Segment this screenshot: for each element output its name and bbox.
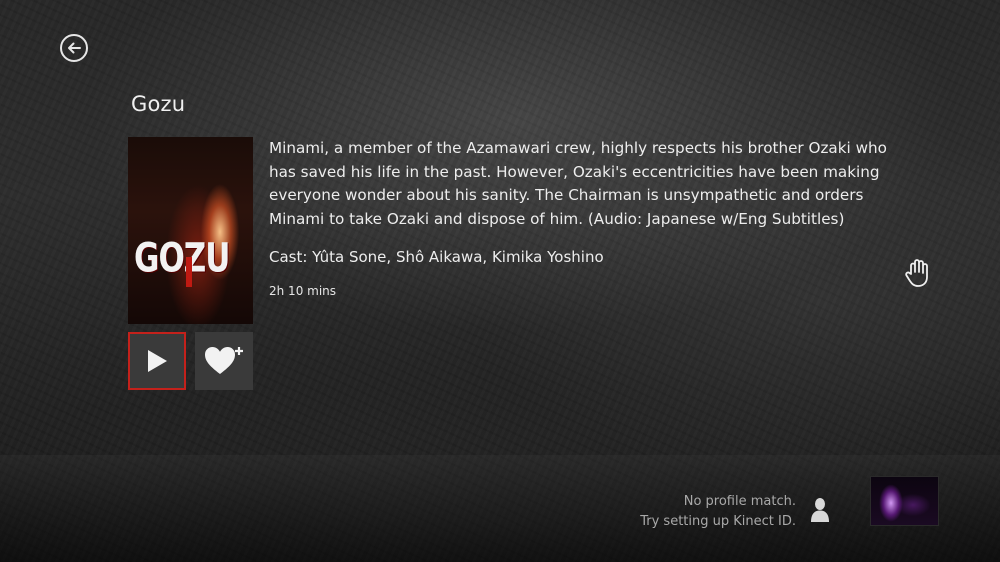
profile-thumbnail[interactable] bbox=[870, 476, 939, 526]
heart-plus-icon bbox=[205, 347, 243, 374]
kinect-status: No profile match. Try setting up Kinect … bbox=[640, 492, 796, 532]
duration: 2h 10 mins bbox=[269, 284, 337, 298]
movie-description: Minami, a member of the Azamawari crew, … bbox=[269, 139, 887, 228]
background-floor bbox=[0, 455, 1000, 562]
movie-poster: GOZU bbox=[128, 137, 253, 324]
hand-cursor-icon bbox=[905, 259, 928, 287]
page-title: Gozu bbox=[131, 92, 186, 116]
kinect-status-line2: Try setting up Kinect ID. bbox=[640, 514, 796, 529]
play-button[interactable] bbox=[128, 332, 186, 390]
kinect-status-line1: No profile match. bbox=[683, 494, 796, 509]
poster-logo: GOZU bbox=[134, 235, 230, 282]
poster-stripe bbox=[186, 257, 192, 287]
add-favorite-button[interactable] bbox=[195, 332, 253, 390]
cast-list: Cast: Yûta Sone, Shô Aikawa, Kimika Yosh… bbox=[269, 248, 604, 266]
person-icon bbox=[811, 498, 829, 522]
back-button[interactable] bbox=[60, 34, 88, 62]
back-arrow-icon bbox=[68, 42, 81, 54]
play-icon bbox=[148, 350, 167, 372]
